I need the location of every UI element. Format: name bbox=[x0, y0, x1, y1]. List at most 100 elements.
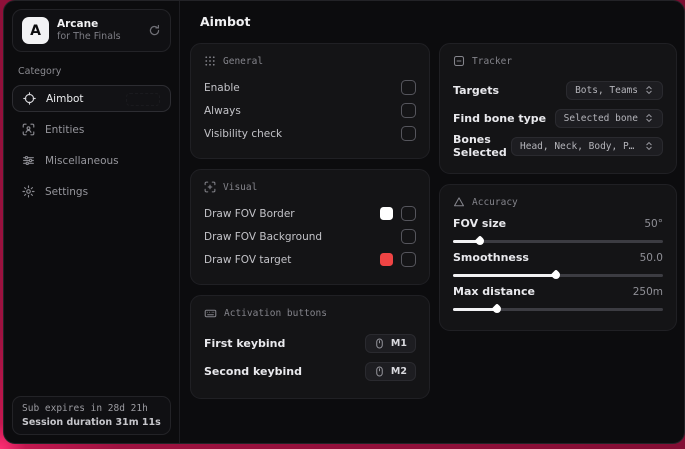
smoothness-slider[interactable] bbox=[453, 269, 663, 281]
section-title: Activation buttons bbox=[224, 308, 327, 319]
sync-icon[interactable] bbox=[148, 24, 161, 37]
dropdown-value: Selected bone bbox=[563, 112, 638, 124]
always-checkbox[interactable] bbox=[401, 103, 416, 118]
slider-value: 50.0 bbox=[639, 252, 663, 264]
setting-row: Enable bbox=[204, 76, 416, 99]
max-distance-slider[interactable] bbox=[453, 303, 663, 315]
first-keybind-button[interactable]: M1 bbox=[364, 333, 416, 353]
setting-row: Second keybind M2 bbox=[204, 357, 416, 385]
app-window: A Arcane for The Finals Category Aimbot bbox=[3, 0, 685, 444]
bones-selected-dropdown[interactable]: Head, Neck, Body, Pe.. bbox=[511, 136, 663, 156]
fov-border-color-swatch[interactable] bbox=[380, 207, 393, 220]
draw-fov-background-checkbox[interactable] bbox=[401, 229, 416, 244]
tracker-card: Tracker Targets Bots, Teams Find bone ty… bbox=[439, 43, 677, 174]
setting-label: First keybind bbox=[204, 336, 286, 350]
section-title: Visual bbox=[223, 181, 258, 193]
setting-label: Always bbox=[204, 104, 241, 117]
brand-name: Arcane bbox=[57, 18, 99, 30]
enable-checkbox[interactable] bbox=[401, 80, 416, 95]
chevron-up-down-icon bbox=[644, 113, 654, 123]
activation-card: Activation buttons First keybind M1 Seco… bbox=[190, 295, 430, 399]
chevron-up-down-icon bbox=[644, 85, 654, 95]
sidebar-item-miscellaneous[interactable]: Miscellaneous bbox=[12, 147, 171, 174]
session-duration-text: Session duration 31m 11s bbox=[22, 417, 161, 428]
brand-subtitle: for The Finals bbox=[57, 31, 121, 43]
fov-size-slider[interactable] bbox=[453, 235, 663, 247]
slider-label: Smoothness bbox=[453, 251, 529, 264]
setting-label: Find bone type bbox=[453, 111, 547, 125]
triangle-icon bbox=[453, 196, 465, 208]
crosshair-icon bbox=[23, 92, 36, 105]
dropdown-value: Head, Neck, Body, Pe.. bbox=[520, 140, 638, 152]
fov-target-color-swatch[interactable] bbox=[380, 253, 393, 266]
sliders-icon bbox=[22, 154, 35, 167]
sidebar-item-settings[interactable]: Settings bbox=[12, 178, 171, 205]
sub-expiry-text: Sub expires in 28d 21h bbox=[22, 403, 148, 414]
subscription-card: Sub expires in 28d 21h Session duration … bbox=[12, 396, 171, 435]
setting-label: Bones Selected bbox=[453, 133, 507, 159]
mouse-icon bbox=[374, 338, 385, 349]
entities-icon bbox=[22, 123, 35, 136]
max-distance-slider-group: Max distance 250m bbox=[453, 285, 663, 315]
dropdown-value: Bots, Teams bbox=[575, 84, 638, 96]
setting-row: Draw FOV Background bbox=[204, 225, 416, 248]
setting-label: Enable bbox=[204, 81, 240, 94]
targets-dropdown[interactable]: Bots, Teams bbox=[566, 80, 663, 100]
setting-label: Draw FOV Border bbox=[204, 207, 295, 220]
slider-label: FOV size bbox=[453, 217, 507, 230]
slider-label: Max distance bbox=[453, 285, 535, 298]
chevron-up-down-icon bbox=[644, 141, 654, 151]
sidebar-item-label: Aimbot bbox=[46, 92, 84, 105]
brand-logo: A bbox=[22, 17, 49, 44]
brand-card: A Arcane for The Finals bbox=[12, 9, 171, 52]
setting-row: Draw FOV target bbox=[204, 248, 416, 271]
smoothness-slider-group: Smoothness 50.0 bbox=[453, 251, 663, 281]
general-card: General Enable Always Visibility check bbox=[190, 43, 430, 159]
sidebar-item-label: Settings bbox=[45, 185, 89, 198]
draw-fov-border-checkbox[interactable] bbox=[401, 206, 416, 221]
active-item-glow bbox=[126, 93, 160, 106]
slider-value: 250m bbox=[632, 286, 663, 298]
section-title: General bbox=[223, 55, 264, 67]
slider-value: 50° bbox=[644, 218, 663, 230]
setting-row: Targets Bots, Teams bbox=[453, 76, 663, 104]
draw-fov-target-checkbox[interactable] bbox=[401, 252, 416, 267]
setting-row: Find bone type Selected bone bbox=[453, 104, 663, 132]
setting-row: Visibility check bbox=[204, 122, 416, 145]
gear-icon bbox=[22, 185, 35, 198]
setting-row: Draw FOV Border bbox=[204, 202, 416, 225]
sidebar-item-label: Entities bbox=[45, 123, 85, 136]
sidebar-item-label: Miscellaneous bbox=[45, 154, 119, 167]
target-box-icon bbox=[453, 55, 465, 67]
setting-label: Draw FOV Background bbox=[204, 230, 323, 243]
sidebar-item-entities[interactable]: Entities bbox=[12, 116, 171, 143]
slider-thumb[interactable] bbox=[491, 303, 503, 315]
accuracy-card: Accuracy FOV size 50° Smoothness 50.0 Ma… bbox=[439, 184, 677, 331]
keybind-value: M2 bbox=[390, 365, 407, 377]
keyboard-icon bbox=[204, 307, 217, 320]
page-title: Aimbot bbox=[200, 14, 251, 29]
focus-icon bbox=[204, 181, 216, 193]
fov-size-slider-group: FOV size 50° bbox=[453, 217, 663, 247]
setting-row: Always bbox=[204, 99, 416, 122]
setting-row: Bones Selected Head, Neck, Body, Pe.. bbox=[453, 132, 663, 160]
main-content: Aimbot General Enable Always Visibility … bbox=[180, 1, 684, 443]
keybind-value: M1 bbox=[390, 337, 407, 349]
find-bone-type-dropdown[interactable]: Selected bone bbox=[554, 108, 663, 128]
visibility-check-checkbox[interactable] bbox=[401, 126, 416, 141]
setting-row: First keybind M1 bbox=[204, 329, 416, 357]
setting-label: Second keybind bbox=[204, 364, 302, 378]
sidebar: A Arcane for The Finals Category Aimbot bbox=[4, 1, 180, 443]
second-keybind-button[interactable]: M2 bbox=[364, 361, 416, 381]
section-title: Tracker bbox=[472, 55, 513, 67]
setting-label: Visibility check bbox=[204, 127, 283, 140]
setting-label: Draw FOV target bbox=[204, 253, 292, 266]
setting-label: Targets bbox=[453, 83, 500, 97]
section-title: Accuracy bbox=[472, 196, 518, 208]
visual-card: Visual Draw FOV Border Draw FOV Backgrou… bbox=[190, 169, 430, 285]
mouse-icon bbox=[374, 366, 385, 377]
slider-thumb[interactable] bbox=[474, 235, 486, 247]
slider-thumb[interactable] bbox=[550, 269, 562, 281]
sidebar-item-aimbot[interactable]: Aimbot bbox=[12, 85, 171, 112]
grid-icon bbox=[204, 55, 216, 67]
